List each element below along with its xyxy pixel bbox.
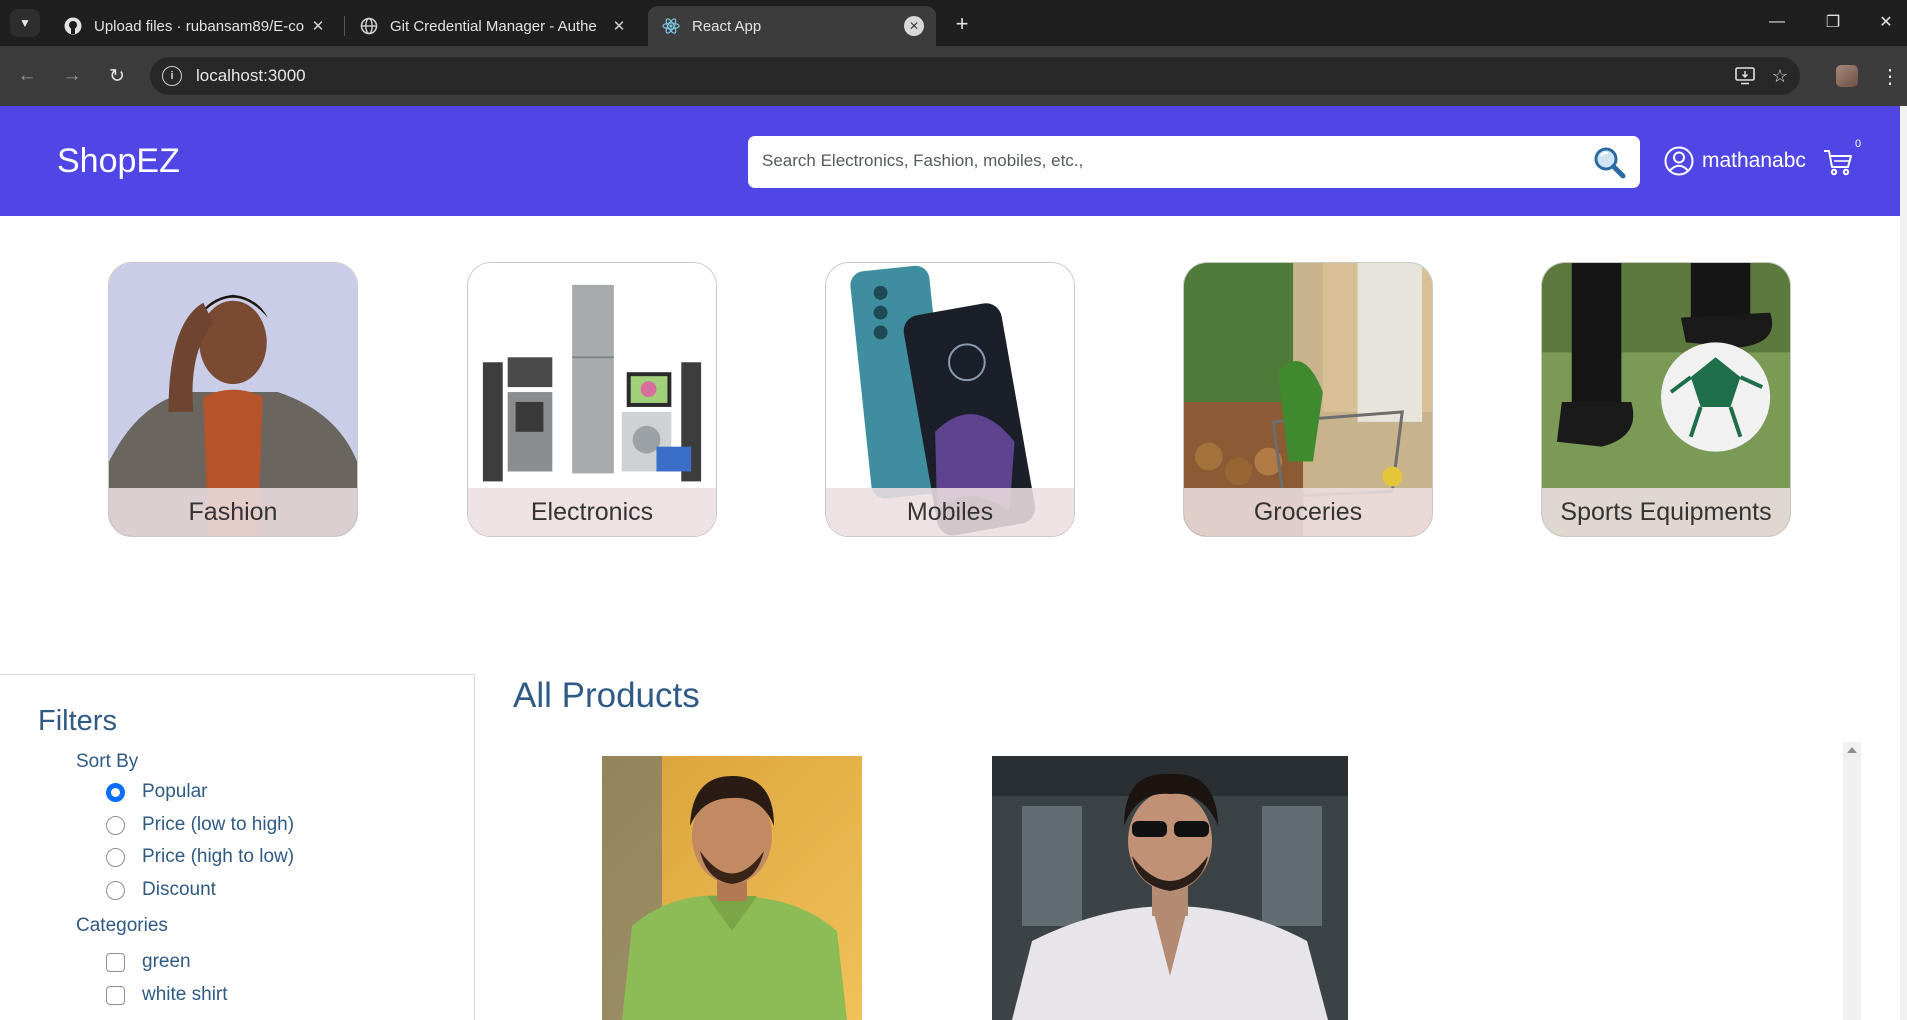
radio-button[interactable] — [106, 847, 125, 867]
close-window-icon[interactable]: ✕ — [1866, 8, 1906, 36]
forward-arrow-icon[interactable]: → — [59, 63, 85, 89]
url-text[interactable]: localhost:3000 — [196, 66, 306, 86]
search-icon[interactable] — [1592, 145, 1626, 179]
sort-option-discount[interactable]: Discount — [106, 879, 216, 901]
filters-title: Filters — [38, 705, 117, 737]
user-icon — [1664, 146, 1694, 176]
cart-icon[interactable] — [1822, 146, 1854, 178]
back-arrow-icon[interactable]: ← — [14, 63, 40, 89]
product-card[interactable] — [992, 756, 1348, 1020]
site-info-icon[interactable]: i — [162, 66, 182, 86]
checkbox[interactable] — [106, 952, 125, 972]
page-scrollbar[interactable] — [1900, 106, 1907, 1020]
category-label: Groceries — [1184, 488, 1432, 536]
site-header: ShopEZ Search Electronics, Fashion, mobi… — [0, 106, 1900, 216]
category-card-groceries[interactable]: Groceries — [1183, 262, 1433, 537]
react-icon — [662, 17, 680, 35]
categories-heading: Categories — [76, 915, 168, 936]
github-icon — [64, 17, 82, 35]
tab-upload-files[interactable]: Upload files · rubansam89/E-co ✕ — [50, 6, 340, 46]
cart-count-badge: 0 — [1855, 138, 1862, 150]
radio-button[interactable] — [106, 782, 125, 802]
all-products-title: All Products — [513, 676, 700, 715]
new-tab-button[interactable]: + — [948, 10, 976, 38]
category-card-fashion[interactable]: Fashion — [108, 262, 358, 537]
globe-icon — [360, 17, 378, 35]
profile-avatar[interactable] — [1836, 65, 1858, 87]
option-label: Price (high to low) — [142, 846, 295, 867]
username[interactable]: mathanabc — [1702, 149, 1806, 173]
tab-react-app[interactable]: React App ✕ — [648, 6, 936, 46]
category-label: Sports Equipments — [1542, 488, 1790, 536]
close-tab-icon[interactable]: ✕ — [609, 16, 629, 36]
sort-option-price-low-high[interactable]: Price (low to high) — [106, 814, 294, 836]
category-label: Mobiles — [826, 488, 1074, 536]
tab-search-menu-button[interactable]: ▼ — [10, 9, 40, 37]
product-card[interactable] — [602, 756, 862, 1020]
category-card-mobiles[interactable]: Mobiles — [825, 262, 1075, 537]
category-label: Electronics — [468, 488, 716, 536]
category-card-electronics[interactable]: Electronics — [467, 262, 717, 537]
option-label: Popular — [142, 781, 208, 802]
browser-toolbar: ← → ↻ i localhost:3000 ☆ ⋮ — [0, 46, 1907, 106]
browser-menu-icon[interactable]: ⋮ — [1880, 63, 1900, 89]
close-tab-icon[interactable]: ✕ — [308, 16, 328, 36]
address-bar[interactable]: i localhost:3000 ☆ — [150, 57, 1800, 95]
products-scrollbar[interactable] — [1843, 742, 1861, 1020]
user-account[interactable]: mathanabc — [1664, 146, 1806, 176]
category-option-green[interactable]: green — [106, 951, 191, 973]
close-tab-icon[interactable]: ✕ — [904, 16, 924, 36]
product-image — [992, 756, 1348, 1020]
sort-by-heading: Sort By — [76, 751, 139, 772]
option-label: Discount — [142, 879, 216, 900]
checkbox[interactable] — [106, 985, 125, 1005]
filters-panel: Filters Sort By Popular Price (low to hi… — [0, 674, 475, 1020]
tab-git-credential-manager[interactable]: Git Credential Manager - Authe ✕ — [346, 6, 641, 46]
minimize-icon[interactable]: — — [1757, 8, 1797, 36]
tab-title: React App — [692, 17, 762, 35]
tab-title: Upload files · rubansam89/E-co — [94, 17, 305, 35]
reload-icon[interactable]: ↻ — [104, 63, 130, 89]
option-label: white shirt — [142, 984, 228, 1005]
category-option-white-shirt[interactable]: white shirt — [106, 984, 228, 1006]
product-image — [602, 756, 862, 1020]
bookmark-star-icon[interactable]: ☆ — [1768, 65, 1792, 87]
category-label: Fashion — [109, 488, 357, 536]
sort-option-popular[interactable]: Popular — [106, 781, 208, 803]
search-input[interactable]: Search Electronics, Fashion, mobiles, et… — [762, 151, 1083, 171]
install-app-icon[interactable] — [1733, 65, 1757, 87]
tab-title: Git Credential Manager - Authe — [390, 17, 597, 35]
option-label: Price (low to high) — [142, 814, 295, 835]
option-label: green — [142, 951, 191, 972]
search-bar[interactable]: Search Electronics, Fashion, mobiles, et… — [748, 136, 1640, 188]
radio-button[interactable] — [106, 880, 125, 900]
category-card-sports-equipments[interactable]: Sports Equipments — [1541, 262, 1791, 537]
sort-option-price-high-low[interactable]: Price (high to low) — [106, 846, 294, 868]
brand-logo[interactable]: ShopEZ — [57, 142, 180, 181]
restore-icon[interactable]: ❐ — [1813, 8, 1853, 36]
radio-button[interactable] — [106, 815, 125, 835]
browser-tab-bar: ▼ Upload files · rubansam89/E-co ✕ Git C… — [0, 0, 1907, 46]
scroll-up-icon[interactable] — [1847, 747, 1857, 753]
tab-separator — [344, 16, 345, 36]
